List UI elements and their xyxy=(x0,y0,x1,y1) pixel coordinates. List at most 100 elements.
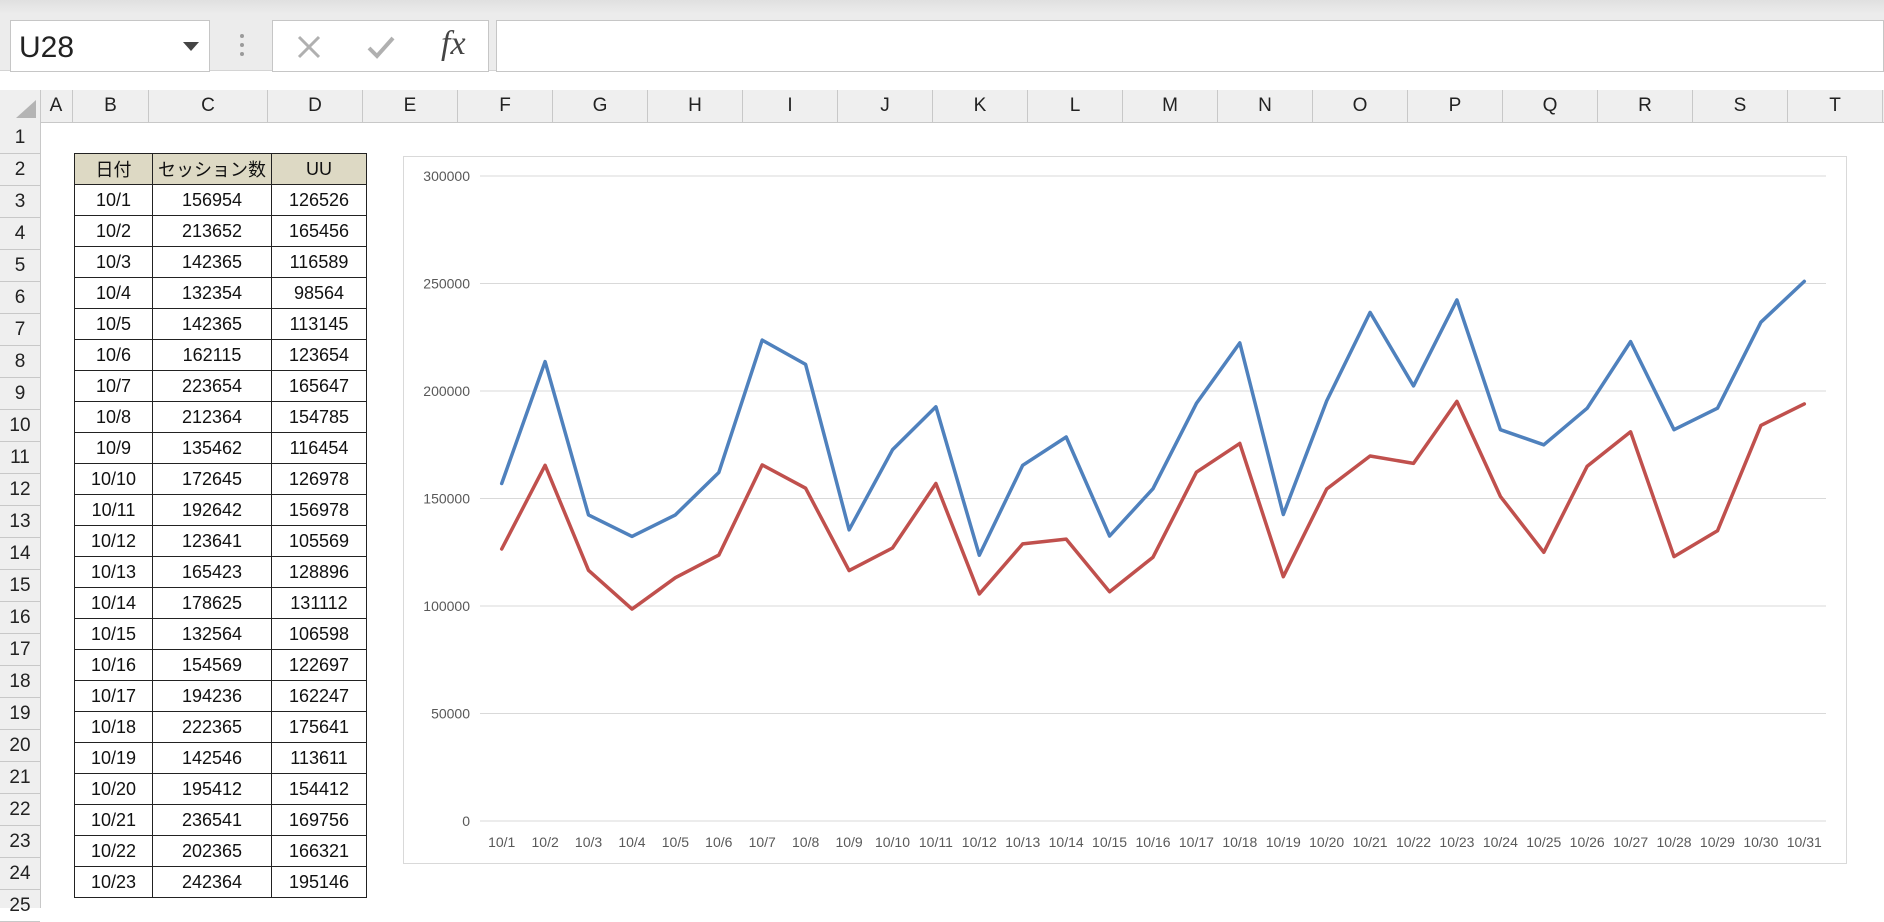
uu-cell[interactable]: 123654 xyxy=(271,339,367,371)
uu-cell[interactable]: 116454 xyxy=(271,432,367,464)
date-cell[interactable]: 10/5 xyxy=(74,308,153,340)
date-cell[interactable]: 10/12 xyxy=(74,525,153,557)
uu-cell[interactable]: 128896 xyxy=(271,556,367,588)
column-header-k[interactable]: K xyxy=(933,90,1028,122)
row-header-14[interactable]: 14 xyxy=(0,538,40,570)
uu-cell[interactable]: 113145 xyxy=(271,308,367,340)
uu-cell[interactable]: 165456 xyxy=(271,215,367,247)
row-header-18[interactable]: 18 xyxy=(0,666,40,698)
date-cell[interactable]: 10/1 xyxy=(74,184,153,216)
column-header-f[interactable]: F xyxy=(458,90,553,122)
select-all-button[interactable] xyxy=(0,90,41,122)
sessions-cell[interactable]: 178625 xyxy=(152,587,272,619)
row-header-1[interactable]: 1 xyxy=(0,122,40,154)
date-cell[interactable]: 10/10 xyxy=(74,463,153,495)
row-header-5[interactable]: 5 xyxy=(0,250,40,282)
header-date[interactable]: 日付 xyxy=(74,153,153,185)
sessions-cell[interactable]: 242364 xyxy=(152,866,272,898)
column-header-g[interactable]: G xyxy=(553,90,648,122)
sessions-cell[interactable]: 132354 xyxy=(152,277,272,309)
date-cell[interactable]: 10/13 xyxy=(74,556,153,588)
sessions-cell[interactable]: 123641 xyxy=(152,525,272,557)
date-cell[interactable]: 10/9 xyxy=(74,432,153,464)
name-box[interactable]: U28 xyxy=(10,20,210,72)
uu-cell[interactable]: 175641 xyxy=(271,711,367,743)
sessions-cell[interactable]: 194236 xyxy=(152,680,272,712)
sessions-cell[interactable]: 223654 xyxy=(152,370,272,402)
date-cell[interactable]: 10/2 xyxy=(74,215,153,247)
column-header-i[interactable]: I xyxy=(743,90,838,122)
column-header-a[interactable]: A xyxy=(40,90,73,122)
header-sessions[interactable]: セッション数 xyxy=(152,153,272,185)
chevron-down-icon[interactable] xyxy=(183,42,199,51)
date-cell[interactable]: 10/17 xyxy=(74,680,153,712)
sessions-cell[interactable]: 142365 xyxy=(152,246,272,278)
column-header-n[interactable]: N xyxy=(1218,90,1313,122)
row-header-25[interactable]: 25 xyxy=(0,890,40,922)
row-header-11[interactable]: 11 xyxy=(0,442,40,474)
column-header-b[interactable]: B xyxy=(73,90,149,122)
date-cell[interactable]: 10/18 xyxy=(74,711,153,743)
date-cell[interactable]: 10/3 xyxy=(74,246,153,278)
column-header-m[interactable]: M xyxy=(1123,90,1218,122)
date-cell[interactable]: 10/7 xyxy=(74,370,153,402)
uu-cell[interactable]: 154785 xyxy=(271,401,367,433)
date-cell[interactable]: 10/15 xyxy=(74,618,153,650)
uu-cell[interactable]: 113611 xyxy=(271,742,367,774)
column-header-s[interactable]: S xyxy=(1693,90,1788,122)
date-cell[interactable]: 10/21 xyxy=(74,804,153,836)
row-header-2[interactable]: 2 xyxy=(0,154,40,186)
date-cell[interactable]: 10/16 xyxy=(74,649,153,681)
row-header-20[interactable]: 20 xyxy=(0,730,40,762)
row-header-4[interactable]: 4 xyxy=(0,218,40,250)
sessions-cell[interactable]: 142546 xyxy=(152,742,272,774)
row-header-24[interactable]: 24 xyxy=(0,858,40,890)
row-header-17[interactable]: 17 xyxy=(0,634,40,666)
row-header-3[interactable]: 3 xyxy=(0,186,40,218)
name-box-value[interactable]: U28 xyxy=(19,31,74,65)
date-cell[interactable]: 10/11 xyxy=(74,494,153,526)
uu-cell[interactable]: 126526 xyxy=(271,184,367,216)
sessions-cell[interactable]: 132564 xyxy=(152,618,272,650)
row-header-7[interactable]: 7 xyxy=(0,314,40,346)
sessions-cell[interactable]: 222365 xyxy=(152,711,272,743)
row-header-9[interactable]: 9 xyxy=(0,378,40,410)
uu-cell[interactable]: 131112 xyxy=(271,587,367,619)
uu-cell[interactable]: 166321 xyxy=(271,835,367,867)
date-cell[interactable]: 10/8 xyxy=(74,401,153,433)
row-header-23[interactable]: 23 xyxy=(0,826,40,858)
date-cell[interactable]: 10/20 xyxy=(74,773,153,805)
uu-cell[interactable]: 169756 xyxy=(271,804,367,836)
column-header-d[interactable]: D xyxy=(268,90,363,122)
sessions-cell[interactable]: 142365 xyxy=(152,308,272,340)
row-header-10[interactable]: 10 xyxy=(0,410,40,442)
date-cell[interactable]: 10/23 xyxy=(74,866,153,898)
row-header-21[interactable]: 21 xyxy=(0,762,40,794)
sessions-cell[interactable]: 156954 xyxy=(152,184,272,216)
column-header-c[interactable]: C xyxy=(149,90,268,122)
sessions-cell[interactable]: 212364 xyxy=(152,401,272,433)
row-header-6[interactable]: 6 xyxy=(0,282,40,314)
uu-cell[interactable]: 105569 xyxy=(271,525,367,557)
uu-cell[interactable]: 122697 xyxy=(271,649,367,681)
line-chart[interactable]: 0 50000 100000 150000 200000 250000 300000 10/1… xyxy=(403,156,1847,864)
row-header-22[interactable]: 22 xyxy=(0,794,40,826)
formula-input[interactable] xyxy=(496,20,1884,72)
uu-cell[interactable]: 126978 xyxy=(271,463,367,495)
column-header-t[interactable]: T xyxy=(1788,90,1883,122)
sessions-cell[interactable]: 202365 xyxy=(152,835,272,867)
column-header-h[interactable]: H xyxy=(648,90,743,122)
uu-cell[interactable]: 156978 xyxy=(271,494,367,526)
uu-cell[interactable]: 154412 xyxy=(271,773,367,805)
date-cell[interactable]: 10/19 xyxy=(74,742,153,774)
insert-function-button[interactable]: fx xyxy=(441,25,466,63)
column-header-q[interactable]: Q xyxy=(1503,90,1598,122)
date-cell[interactable]: 10/4 xyxy=(74,277,153,309)
date-cell[interactable]: 10/6 xyxy=(74,339,153,371)
sessions-cell[interactable]: 162115 xyxy=(152,339,272,371)
sessions-cell[interactable]: 154569 xyxy=(152,649,272,681)
column-header-j[interactable]: J xyxy=(838,90,933,122)
check-icon[interactable] xyxy=(365,31,397,63)
uu-cell[interactable]: 162247 xyxy=(271,680,367,712)
cancel-icon[interactable] xyxy=(293,31,325,63)
